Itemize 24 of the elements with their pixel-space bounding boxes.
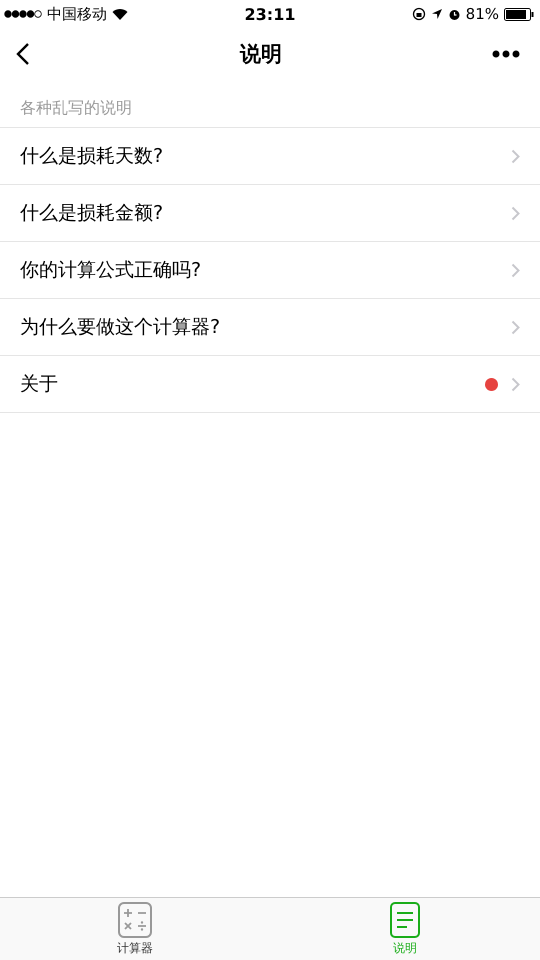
chevron-icon [511, 376, 520, 392]
tab[interactable]: 计算器 [0, 898, 270, 960]
signal-icon [4, 10, 42, 18]
chevron-icon [511, 262, 520, 278]
wifi-icon [112, 8, 128, 20]
battery-percent: 81% [466, 5, 499, 23]
chevron-icon [511, 148, 520, 164]
location-arrow-icon [430, 8, 443, 20]
list-item[interactable]: 为什么要做这个计算器? [0, 299, 540, 356]
section-header: 各种乱写的说明 [19, 97, 133, 119]
list-item[interactable]: 你的计算公式正确吗? [0, 242, 540, 299]
battery-icon [504, 8, 534, 20]
chevron-icon [511, 206, 520, 220]
list-item[interactable]: 什么是损耗天数? [0, 128, 540, 185]
list-item[interactable]: 关于 [0, 356, 540, 413]
document-icon [390, 902, 420, 938]
more-icon [492, 50, 520, 58]
carrier-name: 中国移动 [47, 4, 107, 24]
back-icon [16, 42, 30, 66]
chevron-icon [511, 320, 520, 334]
calculator-icon [118, 902, 152, 938]
status-time: 23:11 [244, 4, 296, 24]
page-title: 说明 [240, 41, 282, 68]
list-item[interactable]: 什么是损耗金额? [0, 185, 540, 242]
